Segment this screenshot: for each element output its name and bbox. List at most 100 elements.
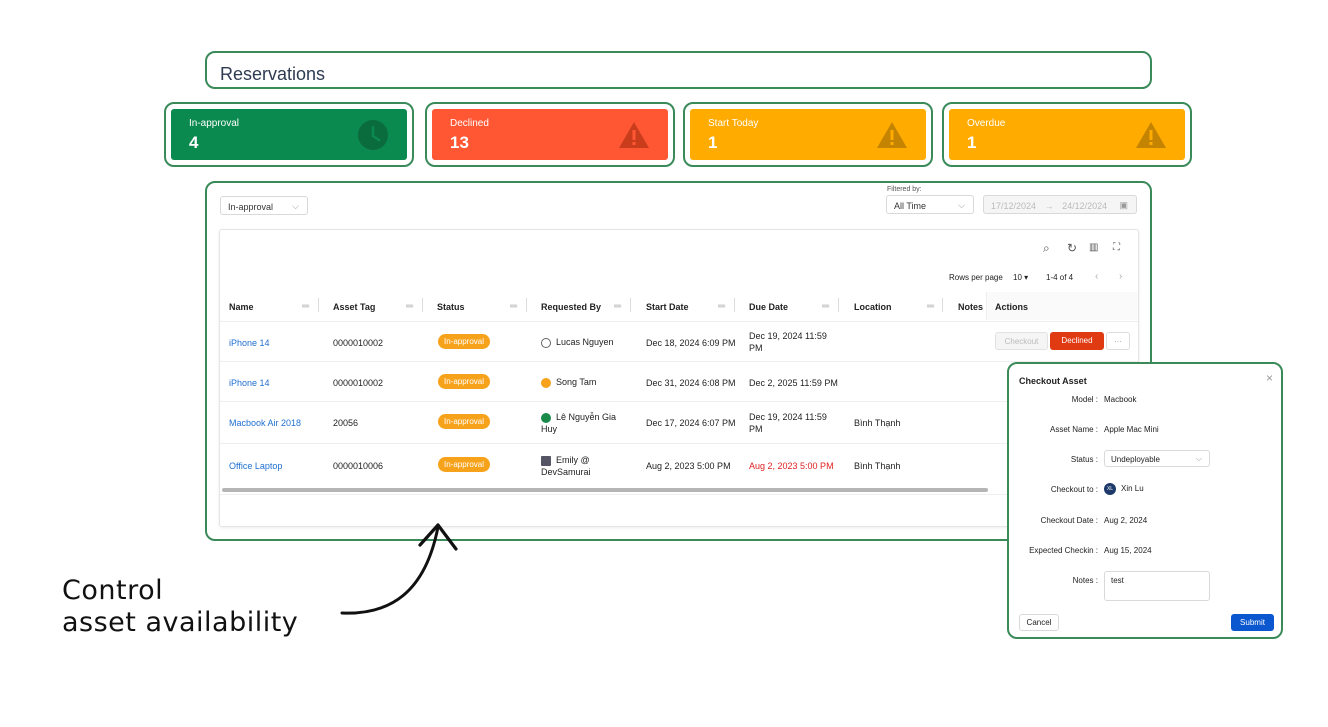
asset-name-link[interactable]: Macbook Air 2018 xyxy=(229,417,301,429)
col-header-notes[interactable]: Notes xyxy=(958,302,983,312)
col-header-requested-by[interactable]: Requested By xyxy=(541,302,601,312)
table-row[interactable]: Office Laptop 0000010006 In-approval Emi… xyxy=(220,443,1138,485)
status-filter-select[interactable]: In-approval ⌵ xyxy=(220,196,308,215)
column-menu-icon[interactable]: ═ xyxy=(927,301,934,312)
location: Bình Thạnh xyxy=(854,461,901,471)
table-row[interactable]: iPhone 14 0000010002 In-approval Lucas N… xyxy=(220,321,1138,361)
notes-textarea[interactable]: test xyxy=(1104,571,1210,601)
column-divider[interactable] xyxy=(942,298,943,312)
requested-by: Emily @ DevSamurai xyxy=(541,454,621,478)
column-divider[interactable] xyxy=(526,298,527,312)
date-from: 17/12/2024 xyxy=(991,201,1037,211)
avatar: XL xyxy=(1104,483,1116,495)
avatar xyxy=(541,412,551,423)
stat-value: 1 xyxy=(967,133,977,152)
stat-value: 1 xyxy=(708,133,718,152)
cancel-button[interactable]: Cancel xyxy=(1019,614,1059,631)
asset-name-link[interactable]: iPhone 14 xyxy=(229,337,270,349)
column-menu-icon[interactable]: ═ xyxy=(822,301,829,312)
chevron-down-icon: ⌵ xyxy=(292,201,299,211)
checkout-asset-modal: Checkout Asset × Model : Macbook Asset N… xyxy=(1007,362,1283,639)
stat-label: Declined xyxy=(450,118,489,129)
refresh-icon[interactable]: ↻ xyxy=(1067,241,1077,255)
col-header-start-date[interactable]: Start Date xyxy=(646,302,689,312)
column-menu-icon[interactable]: ═ xyxy=(614,301,621,312)
column-divider[interactable] xyxy=(630,298,631,312)
close-icon[interactable]: × xyxy=(1266,371,1273,385)
checkout-to-value: XL Xin Lu xyxy=(1104,483,1144,495)
column-menu-icon[interactable]: ═ xyxy=(718,301,725,312)
due-date: Dec 19, 2024 11:59 PM xyxy=(749,412,827,434)
status-select[interactable]: Undeployable ⌵ xyxy=(1104,450,1210,467)
status-badge: In-approval xyxy=(438,457,491,472)
due-date: Dec 2, 2025 11:59 PM xyxy=(749,378,838,388)
col-header-name[interactable]: Name xyxy=(229,302,254,312)
column-divider[interactable] xyxy=(422,298,423,312)
checkout-button[interactable]: Checkout xyxy=(995,332,1048,350)
column-divider[interactable] xyxy=(838,298,839,312)
asset-tag: 0000010002 xyxy=(333,378,384,388)
stat-card-declined[interactable]: Declined 13 xyxy=(425,102,675,167)
reservations-table: ⌕ ↻ ▥ ⛶ Rows per page 10 ▾ 1-4 of 4 ‹ › … xyxy=(219,229,1139,527)
asset-tag: 20056 xyxy=(333,418,359,428)
prev-page-icon[interactable]: ‹ xyxy=(1095,271,1098,282)
modal-title: Checkout Asset xyxy=(1019,376,1087,386)
stat-card-overdue[interactable]: Overdue 1 xyxy=(942,102,1192,167)
rows-per-page-select[interactable]: 10 ▾ xyxy=(1013,273,1028,282)
stat-card-start-today[interactable]: Start Today 1 xyxy=(683,102,933,167)
date-to: 24/12/2024 xyxy=(1062,201,1108,211)
stat-value: 4 xyxy=(189,133,199,152)
asset-tag: 0000010006 xyxy=(333,461,384,471)
status-select-value: Undeployable xyxy=(1111,455,1160,464)
col-header-asset-tag[interactable]: Asset Tag xyxy=(333,302,375,312)
column-menu-icon[interactable]: ═ xyxy=(510,301,517,312)
chevron-down-icon: ⌵ xyxy=(958,200,965,210)
table-row[interactable]: iPhone 14 0000010002 In-approval Song Ta… xyxy=(220,361,1138,401)
time-filter-select[interactable]: All Time ⌵ xyxy=(886,195,974,214)
user-icon xyxy=(541,337,551,348)
col-header-actions: Actions xyxy=(995,302,1029,312)
caption-line-2: asset availability xyxy=(62,607,299,638)
avatar xyxy=(541,455,551,466)
clock-icon xyxy=(358,120,388,150)
columns-icon[interactable]: ▥ xyxy=(1089,242,1098,253)
column-menu-icon[interactable]: ═ xyxy=(406,301,413,312)
col-header-location[interactable]: Location xyxy=(854,302,892,312)
horizontal-scrollbar[interactable] xyxy=(222,488,988,492)
table-row[interactable]: Macbook Air 2018 20056 In-approval Lê Ng… xyxy=(220,401,1138,443)
time-filter-value: All Time xyxy=(894,201,927,211)
field-label: Checkout to : xyxy=(1050,485,1098,494)
filtered-by-label: Filtered by: xyxy=(887,186,922,193)
more-actions-button[interactable]: ··· xyxy=(1106,332,1130,350)
field-label: Notes : xyxy=(1072,576,1098,585)
column-divider[interactable] xyxy=(318,298,319,312)
stat-card-in-approval[interactable]: In-approval 4 xyxy=(164,102,414,167)
stat-label: In-approval xyxy=(189,118,240,129)
requested-by: Lê Nguyễn Gia Huy xyxy=(541,411,631,435)
column-divider[interactable] xyxy=(734,298,735,312)
col-header-due-date[interactable]: Due Date xyxy=(749,302,788,312)
asset-name-link[interactable]: iPhone 14 xyxy=(229,377,270,389)
field-label: Model : xyxy=(1071,395,1098,404)
fullscreen-icon[interactable]: ⛶ xyxy=(1113,242,1120,253)
status-badge: In-approval xyxy=(438,334,491,349)
search-icon[interactable]: ⌕ xyxy=(1043,241,1050,256)
stat-label: Start Today xyxy=(708,118,759,129)
submit-button[interactable]: Submit xyxy=(1231,614,1274,631)
page-title: Reservations xyxy=(220,64,326,84)
asset-name-link[interactable]: Office Laptop xyxy=(229,460,282,472)
requested-by-name: Lê Nguyễn Gia Huy xyxy=(541,412,617,434)
status-filter-value: In-approval xyxy=(228,202,274,212)
status-badge: In-approval xyxy=(438,414,491,429)
requested-by-name: Song Tam xyxy=(556,377,597,387)
warning-icon xyxy=(877,122,907,148)
warning-icon xyxy=(619,122,649,148)
next-page-icon[interactable]: › xyxy=(1119,271,1122,282)
date-range-picker[interactable]: 17/12/2024 → 24/12/2024 ▣ xyxy=(983,195,1137,214)
col-header-status[interactable]: Status xyxy=(437,302,465,312)
actions-header-cell: Actions xyxy=(986,292,1138,320)
notes-value: test xyxy=(1111,576,1124,585)
declined-button[interactable]: Declined xyxy=(1050,332,1104,350)
checkout-date-value: Aug 2, 2024 xyxy=(1104,516,1148,525)
column-menu-icon[interactable]: ═ xyxy=(302,301,309,312)
